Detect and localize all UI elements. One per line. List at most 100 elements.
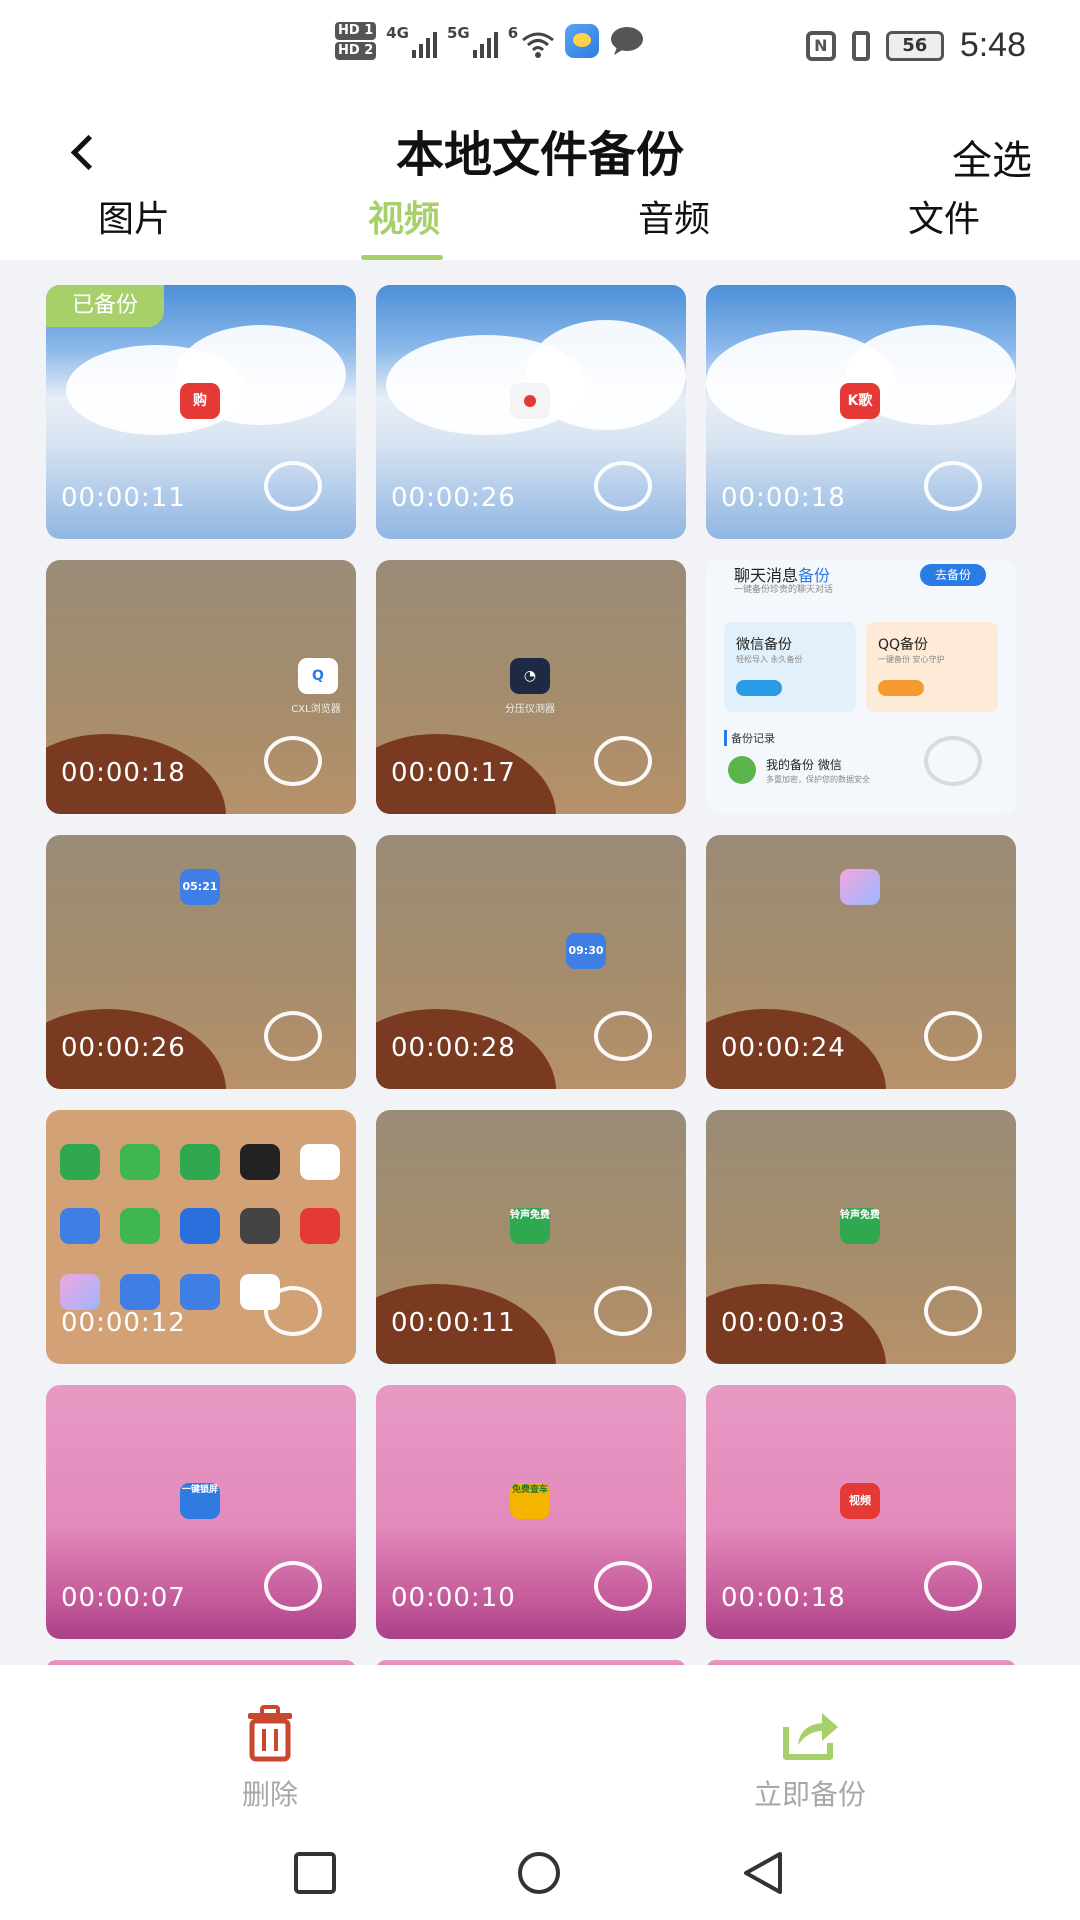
meter-app-icon: ◔ xyxy=(510,658,550,694)
signal-icon-4g: 4G xyxy=(386,24,437,58)
delete-label: 删除 xyxy=(241,1778,298,1811)
video-thumbnail[interactable]: 00:00:24 xyxy=(706,835,1016,1089)
chat-backup-subtitle: 一键备份珍贵的聊天对话 xyxy=(734,585,834,595)
video-duration: 00:00:26 xyxy=(391,483,516,513)
select-checkbox[interactable] xyxy=(594,1286,652,1336)
app-caption: CXL浏览器 xyxy=(291,704,341,715)
app-icon xyxy=(60,1274,100,1310)
app-icon xyxy=(180,1208,220,1244)
select-checkbox[interactable] xyxy=(264,1011,322,1061)
video-duration: 00:00:28 xyxy=(391,1033,516,1063)
widget-app-icon: 09:30 xyxy=(566,933,606,969)
video-duration: 00:00:26 xyxy=(61,1033,186,1063)
status-left: HD 1 HD 2 4G 5G 6 xyxy=(335,22,645,60)
share-export-icon xyxy=(783,1713,838,1760)
video-thumbnail[interactable]: 铃声免费 00:00:11 xyxy=(376,1110,686,1364)
app-caption: 分压仪测器 xyxy=(505,704,555,715)
message-icon xyxy=(611,27,644,55)
app-icon xyxy=(180,1144,220,1180)
map-app-icon xyxy=(510,383,550,419)
select-checkbox[interactable] xyxy=(264,461,322,511)
video-thumbnail[interactable]: 一键锁屏 00:00:07 xyxy=(46,1385,356,1639)
video-thumbnail[interactable]: K歌 00:00:18 xyxy=(706,285,1016,539)
video-duration: 00:00:12 xyxy=(61,1308,186,1338)
bottom-action-bar: 删除 立即备份 xyxy=(0,1665,1080,1825)
record-item-subtitle: 多重加密，保护您的数据安全 xyxy=(766,775,870,784)
hd2-label: HD 2 xyxy=(335,42,377,60)
app-icon xyxy=(120,1144,160,1180)
signal-icon-5g: 5G xyxy=(447,24,498,58)
video-duration: 00:00:10 xyxy=(391,1583,516,1613)
video-thumbnail[interactable]: 视频 00:00:18 xyxy=(706,1385,1016,1639)
video-duration: 00:00:17 xyxy=(391,758,516,788)
select-all-button[interactable]: 全选 xyxy=(952,128,1032,186)
video-duration: 00:00:18 xyxy=(61,758,186,788)
video-thumbnail[interactable]: 聊天消息备份 一键备份珍贵的聊天对话 去备份 微信备份 轻松导入 永久备份 QQ… xyxy=(706,560,1016,814)
status-right: N 56 5:48 xyxy=(805,26,1026,65)
qq-backup-card: QQ备份 一键备份 安心守护 xyxy=(866,622,998,712)
app-icon xyxy=(240,1144,280,1180)
select-checkbox[interactable] xyxy=(264,1286,322,1336)
hd1-label: HD 1 xyxy=(335,22,377,40)
select-checkbox[interactable] xyxy=(594,1561,652,1611)
select-checkbox[interactable] xyxy=(594,1011,652,1061)
video-thumbnail[interactable]: ◔ 分压仪测器 00:00:17 xyxy=(376,560,686,814)
app-icon xyxy=(60,1208,100,1244)
widget-app-icon: 05:21 xyxy=(180,869,220,905)
backup-now-button[interactable]: 立即备份 xyxy=(720,1705,900,1813)
delete-button[interactable]: 删除 xyxy=(180,1705,360,1813)
tab-audio[interactable]: 音频 xyxy=(604,190,744,260)
record-item-icon xyxy=(728,756,756,784)
video-duration: 00:00:24 xyxy=(721,1033,846,1063)
select-checkbox[interactable] xyxy=(924,461,982,511)
tab-videos[interactable]: 视频 xyxy=(334,190,474,260)
select-checkbox[interactable] xyxy=(594,461,652,511)
battery-icon: 56 xyxy=(885,30,944,61)
video-thumbnail[interactable]: 09:30 00:00:28 xyxy=(376,835,686,1089)
video-thumbnail[interactable]: 铃声免费 00:00:03 xyxy=(706,1110,1016,1364)
video-thumbnail[interactable]: 免费查车 00:00:10 xyxy=(376,1385,686,1639)
header: 本地文件备份 全选 图片 视频 音频 文件 xyxy=(0,90,1080,260)
backup-now-label: 立即备份 xyxy=(753,1778,866,1811)
video-thumbnail[interactable]: 05:21 00:00:26 xyxy=(46,835,356,1089)
status-bar: HD 1 HD 2 4G 5G 6 N 56 5:48 xyxy=(0,0,1080,90)
recent-apps-icon[interactable] xyxy=(292,1850,338,1896)
tab-images[interactable]: 图片 xyxy=(64,190,204,260)
video-thumbnail[interactable]: 购 已备份 00:00:11 xyxy=(46,285,356,539)
select-checkbox[interactable] xyxy=(264,736,322,786)
tab-files[interactable]: 文件 xyxy=(874,190,1014,260)
app-icon xyxy=(180,1274,220,1310)
back-triangle-icon[interactable] xyxy=(740,1850,786,1896)
wifi-label: 6 xyxy=(507,24,519,42)
karaoke-app-icon: K歌 xyxy=(840,383,880,419)
app-icon xyxy=(120,1208,160,1244)
gradient-app-icon xyxy=(840,869,880,905)
app-icon xyxy=(300,1208,340,1244)
backed-up-badge: 已备份 xyxy=(46,285,164,327)
category-tabs: 图片 视频 音频 文件 xyxy=(0,190,1080,260)
select-checkbox[interactable] xyxy=(264,1561,322,1611)
lock-app-icon: 一键锁屏 xyxy=(180,1483,220,1519)
net1-label: 4G xyxy=(386,24,409,42)
app-icon xyxy=(120,1274,160,1310)
video-thumbnail[interactable]: Q CXL浏览器 00:00:18 xyxy=(46,560,356,814)
app-icon xyxy=(60,1144,100,1180)
net2-label: 5G xyxy=(447,24,470,42)
nfc-icon: N xyxy=(805,30,836,61)
select-checkbox[interactable] xyxy=(924,736,982,786)
go-backup-button: 去备份 xyxy=(920,564,986,586)
video-thumbnail[interactable]: 00:00:12 xyxy=(46,1110,356,1364)
select-checkbox[interactable] xyxy=(924,1011,982,1061)
ringtone-app-icon: 铃声免费 xyxy=(510,1208,550,1244)
video-duration: 00:00:18 xyxy=(721,1583,846,1613)
car-app-icon: 免费查车 xyxy=(510,1483,550,1519)
select-checkbox[interactable] xyxy=(924,1286,982,1336)
select-checkbox[interactable] xyxy=(594,736,652,786)
hd-icon: HD 1 HD 2 xyxy=(335,22,377,60)
app-icon xyxy=(240,1208,280,1244)
video-duration: 00:00:03 xyxy=(721,1308,846,1338)
video-thumbnail[interactable]: 00:00:26 xyxy=(376,285,686,539)
select-checkbox[interactable] xyxy=(924,1561,982,1611)
wechat-backup-card: 微信备份 轻松导入 永久备份 xyxy=(724,622,856,712)
home-icon[interactable] xyxy=(516,1850,562,1896)
